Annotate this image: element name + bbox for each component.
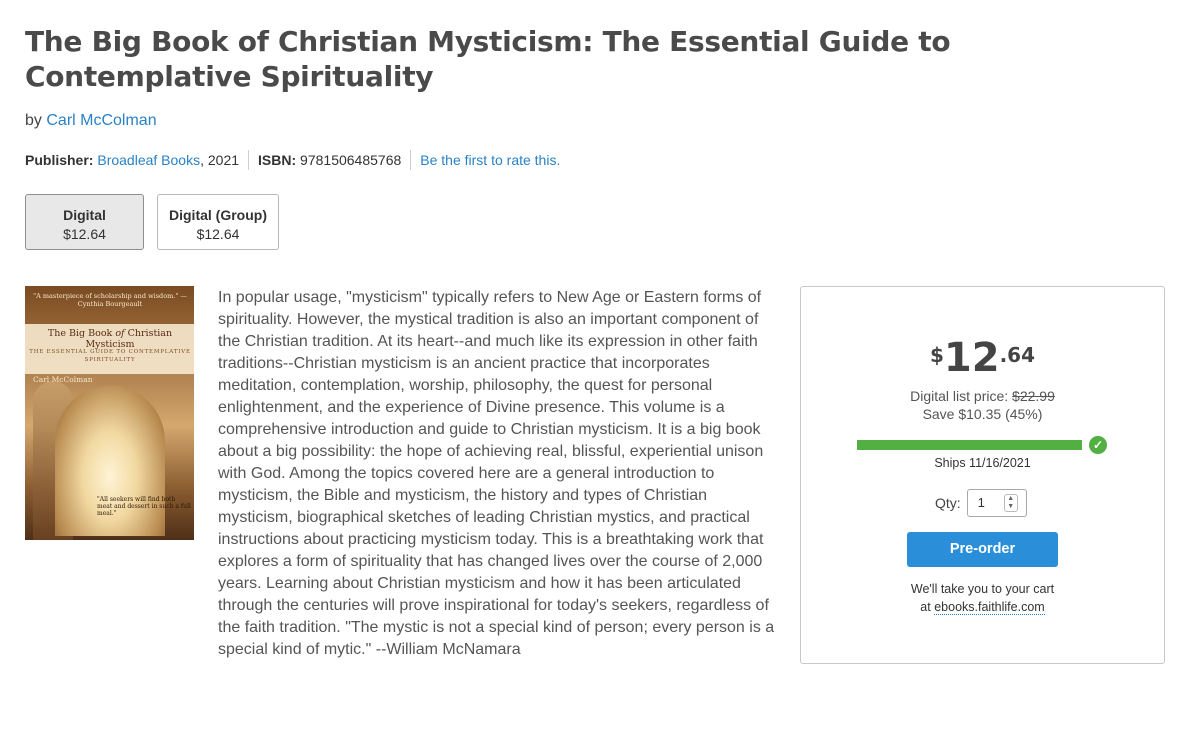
check-circle-icon: ✓: [1089, 436, 1107, 454]
price-cents: .64: [999, 343, 1036, 367]
cart-link[interactable]: ebooks.faithlife.com: [934, 600, 1045, 615]
meta-divider: [410, 150, 412, 170]
rate-link[interactable]: Be the first to rate this.: [420, 152, 560, 168]
price-currency: $: [929, 343, 944, 367]
byline: by Carl McColman: [25, 112, 157, 130]
format-price: $12.64: [196, 226, 240, 242]
format-digital-button[interactable]: Digital $12.64: [25, 194, 144, 250]
publish-year: , 2021: [200, 152, 240, 168]
cover-quote: "All seekers will find both meat and des…: [97, 496, 191, 517]
quantity-stepper[interactable]: 1 ▲ ▼: [966, 489, 1027, 517]
product-description: In popular usage, "mysticism" typically …: [218, 289, 775, 658]
list-price: Digital list price: $22.99: [910, 388, 1055, 404]
isbn-value: 9781506485768: [300, 152, 402, 168]
cover-author: Carl McColman: [33, 375, 93, 384]
cover-title: The Big Book of Christian Mysticism: [47, 328, 173, 350]
publisher-label: Publisher:: [25, 152, 94, 168]
savings-text: Save $10.35 (45%): [922, 406, 1043, 422]
cart-note: We'll take you to your cart at ebooks.fa…: [910, 582, 1055, 615]
format-name: Digital (Group): [169, 207, 267, 223]
quantity-control: Qty: 1 ▲ ▼: [935, 489, 1027, 517]
price-dollars: 12: [943, 335, 1000, 381]
format-price: $12.64: [63, 226, 106, 242]
book-cover-image[interactable]: "A masterpiece of scholarship and wisdom…: [25, 286, 194, 540]
qty-label: Qty:: [935, 495, 961, 511]
stepper-arrows-icon[interactable]: ▲ ▼: [1003, 494, 1018, 512]
meta-divider: [248, 150, 250, 170]
purchase-box: $12.64 Digital list price: $22.99 Save $…: [800, 286, 1165, 664]
publisher-link[interactable]: Broadleaf Books: [97, 152, 200, 168]
format-name: Digital: [63, 207, 106, 223]
by-label: by: [25, 112, 42, 129]
ships-date: Ships 11/16/2021: [934, 456, 1031, 470]
isbn-label: ISBN:: [258, 152, 297, 168]
list-price-value: $22.99: [1012, 388, 1055, 404]
format-digital-group-button[interactable]: Digital (Group) $12.64: [157, 194, 279, 250]
price: $12.64: [801, 335, 1164, 381]
author-link[interactable]: Carl McColman: [46, 112, 156, 129]
preorder-button[interactable]: Pre-order: [907, 532, 1058, 567]
availability-bar: [857, 440, 1082, 450]
product-meta: Publisher: Broadleaf Books, 2021 ISBN: 9…: [25, 150, 560, 170]
cover-praise: "A masterpiece of scholarship and wisdom…: [33, 292, 187, 308]
product-title: The Big Book of Christian Mysticism: The…: [25, 25, 951, 93]
cover-subtitle: THE ESSENTIAL GUIDE TO CONTEMPLATIVE SPI…: [29, 349, 191, 363]
